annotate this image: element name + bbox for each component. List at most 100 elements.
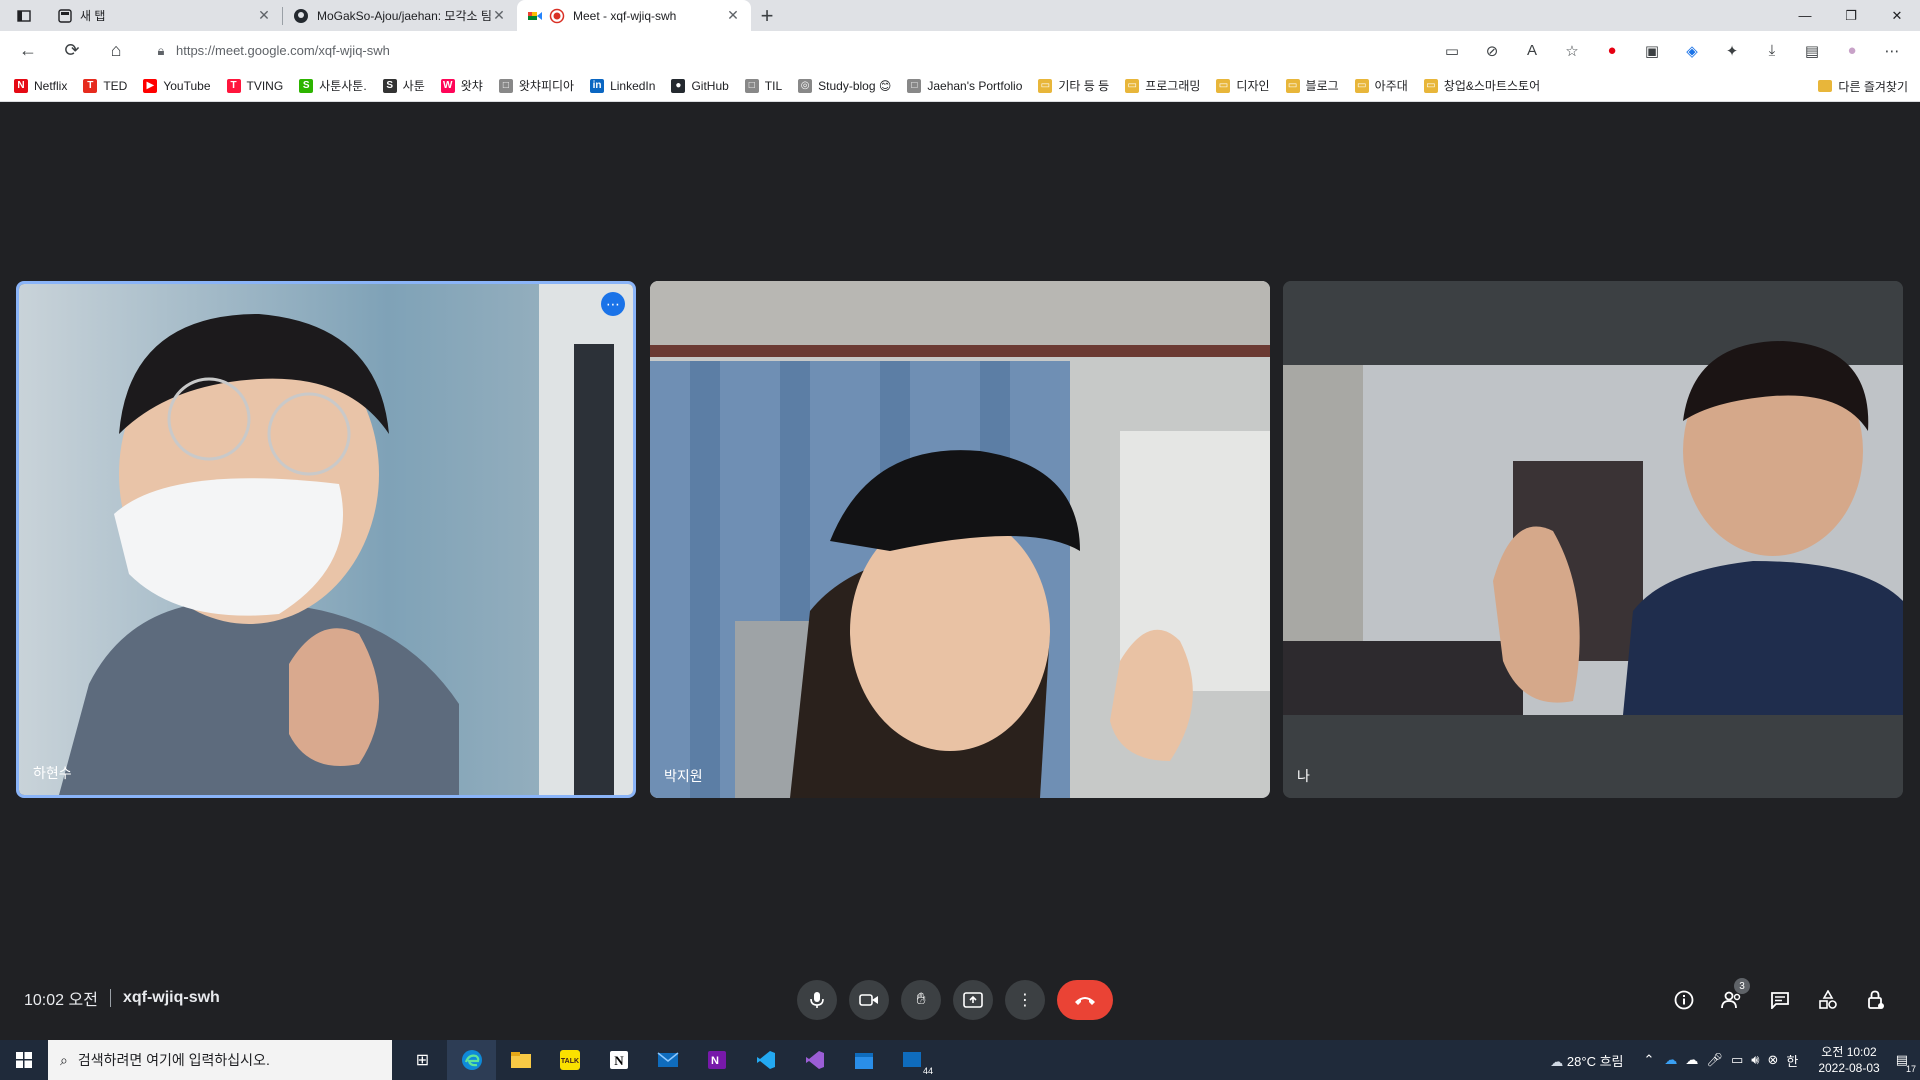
tab-github[interactable]: MoGakSo-Ajou/jaehan: 모각소 팀 ✕ (283, 0, 517, 31)
bookmark-label: LinkedIn (610, 78, 656, 93)
read-aloud-icon[interactable]: A (1512, 31, 1552, 70)
tab-actions-icon[interactable] (0, 0, 48, 31)
github-icon (294, 8, 308, 23)
present-screen-button[interactable] (953, 980, 993, 1020)
bookmark-item[interactable]: ▶ YouTube (143, 78, 211, 93)
more-icon[interactable]: ⋯ (1872, 31, 1912, 70)
onedrive-personal-icon[interactable]: ☁ (1685, 1052, 1698, 1068)
bookmark-icon: ▭ (1216, 78, 1231, 93)
download-icon[interactable]: ⤓ (1752, 31, 1792, 70)
bookmark-item[interactable]: ▭ 디자인 (1216, 77, 1270, 94)
minimize-icon[interactable]: — (1782, 0, 1828, 31)
bookmark-item[interactable]: ● GitHub (671, 78, 729, 93)
outlook-icon[interactable]: 44 (888, 1040, 937, 1080)
extension-icon[interactable]: ◈ (1672, 31, 1712, 70)
restore-icon[interactable]: ❐ (1828, 0, 1874, 31)
status-icon[interactable]: ⊗ (1767, 1052, 1778, 1068)
volume-icon[interactable]: 🔊︎ (1751, 1052, 1759, 1068)
home-icon[interactable]: ⌂ (94, 31, 138, 70)
bookmark-item[interactable]: ▭ 기타 등 등 (1038, 77, 1109, 94)
other-bookmarks[interactable]: 다른 즐겨찾기 (1818, 70, 1908, 102)
visual-studio-icon[interactable] (790, 1040, 839, 1080)
terminal-extension-icon[interactable]: ▣ (1632, 31, 1672, 70)
close-icon[interactable]: ✕ (256, 7, 272, 24)
refresh-icon[interactable]: ⟳ (50, 31, 94, 70)
onenote-icon[interactable]: N (692, 1040, 741, 1080)
calendar-icon[interactable] (839, 1040, 888, 1080)
close-icon[interactable]: ✕ (725, 7, 741, 24)
bookmark-item[interactable]: N Netflix (14, 78, 68, 93)
extensions-puzzle-icon[interactable]: ✦ (1712, 31, 1752, 70)
edge-icon[interactable] (447, 1040, 496, 1080)
favorite-star-icon[interactable]: ☆ (1552, 31, 1592, 70)
leave-call-button[interactable] (1057, 980, 1113, 1020)
chat-button[interactable] (1756, 980, 1804, 1020)
bookmark-item[interactable]: ◎ Study-blog 😊 (798, 78, 891, 93)
network-icon[interactable]: ▭ (1731, 1052, 1743, 1068)
meeting-details-button[interactable] (1660, 980, 1708, 1020)
notification-center-icon[interactable]: ▤ 17 (1896, 1052, 1916, 1074)
camera-button[interactable] (849, 980, 889, 1020)
tab-new-tab[interactable]: 새 탭 ✕ (48, 0, 282, 31)
bookmark-item[interactable]: ▭ 창업&스마트스토어 (1423, 77, 1540, 94)
close-window-icon[interactable]: ✕ (1874, 0, 1920, 31)
new-tab-button[interactable]: + (751, 0, 783, 31)
hand-icon: ✋︎ (916, 991, 926, 1008)
host-controls-button[interactable] (1852, 980, 1900, 1020)
mail-icon[interactable] (643, 1040, 692, 1080)
bookmark-item[interactable]: □ 왓챠피디아 (498, 77, 574, 94)
weather-widget[interactable]: ☁ 28°C 흐림 (1550, 1051, 1623, 1070)
tracking-prevention-icon[interactable]: ⊘ (1472, 31, 1512, 70)
raise-hand-button[interactable]: ✋︎ (901, 980, 941, 1020)
bookmark-item[interactable]: □ TIL (744, 78, 782, 93)
file-explorer-icon[interactable] (496, 1040, 545, 1080)
task-view-icon[interactable]: ⊞ (398, 1040, 447, 1080)
lock-icon[interactable]: 🔒︎ (146, 43, 176, 59)
participant-tile[interactable]: 박지원 (650, 281, 1270, 798)
onedrive-icon[interactable]: ☁ (1664, 1052, 1677, 1068)
collections-icon[interactable]: ▤ (1792, 31, 1832, 70)
camera-in-use-icon[interactable]: ▭ (1432, 31, 1472, 70)
bookmark-item[interactable]: □ Jaehan's Portfolio (907, 78, 1022, 93)
more-options-button[interactable]: ⋮ (1005, 980, 1045, 1020)
bookmark-item[interactable]: W 왓챠 (440, 77, 483, 94)
bookmark-item[interactable]: ▭ 프로그래밍 (1125, 77, 1200, 94)
close-icon[interactable]: ✕ (491, 7, 507, 24)
bookmark-item[interactable]: ▭ 블로그 (1285, 77, 1339, 94)
bookmark-item[interactable]: T TED (83, 78, 127, 93)
address-bar[interactable]: 🔒︎ https://meet.google.com/xqf-wjiq-swh (146, 37, 1386, 65)
bookmark-icon: T (226, 78, 241, 93)
bookmark-item[interactable]: S 사툰사툰. (299, 77, 367, 94)
taskbar-search-input[interactable]: ⌕ 검색하려면 여기에 입력하십시오. (48, 1040, 392, 1080)
vscode-icon[interactable] (741, 1040, 790, 1080)
activities-button[interactable] (1804, 980, 1852, 1020)
bookmark-item[interactable]: in LinkedIn (590, 78, 656, 93)
bookmark-icon: W (440, 78, 455, 93)
windows-start-button[interactable] (0, 1040, 48, 1080)
bookmark-label: Netflix (34, 78, 68, 93)
more-options-button[interactable]: ⋯ (601, 292, 625, 316)
notion-icon[interactable]: N (594, 1040, 643, 1080)
participant-tile[interactable]: ⋯ 하현수 (16, 281, 636, 798)
meet-icon (528, 11, 542, 20)
other-bookmarks-label: 다른 즐겨찾기 (1838, 79, 1908, 94)
back-icon[interactable]: ← (6, 31, 50, 70)
tab-meet[interactable]: Meet - xqf-wjiq-swh ✕ (517, 0, 751, 31)
people-button[interactable]: 3 (1708, 978, 1756, 1020)
windows-logo-icon (16, 1052, 32, 1068)
tray-chevron-icon[interactable]: ⌃ (1644, 1052, 1655, 1068)
participant-tile-self[interactable]: 나 (1283, 281, 1903, 798)
bookmark-item[interactable]: S 사툰 (382, 77, 425, 94)
bookmark-item[interactable]: ▭ 아주대 (1354, 77, 1408, 94)
microphone-tray-icon[interactable]: 🎤︎ (1706, 1052, 1723, 1068)
windows-taskbar: ⌕ 검색하려면 여기에 입력하십시오. ⊞ TALK N N 44 ☁ 28°C… (0, 1040, 1920, 1080)
notification-badge: 17 (1905, 1064, 1916, 1074)
ime-icon[interactable]: 한 (1786, 1051, 1798, 1070)
microphone-button[interactable] (797, 980, 837, 1020)
window-controls: — ❐ ✕ (1782, 0, 1920, 31)
opera-extension-icon[interactable]: ● (1592, 31, 1632, 70)
taskbar-clock[interactable]: 오전 10:02 2022-08-03 (1818, 1044, 1879, 1076)
profile-avatar[interactable]: ● (1832, 31, 1872, 70)
bookmark-item[interactable]: T TVING (226, 78, 283, 93)
kakaotalk-icon[interactable]: TALK (545, 1040, 594, 1080)
